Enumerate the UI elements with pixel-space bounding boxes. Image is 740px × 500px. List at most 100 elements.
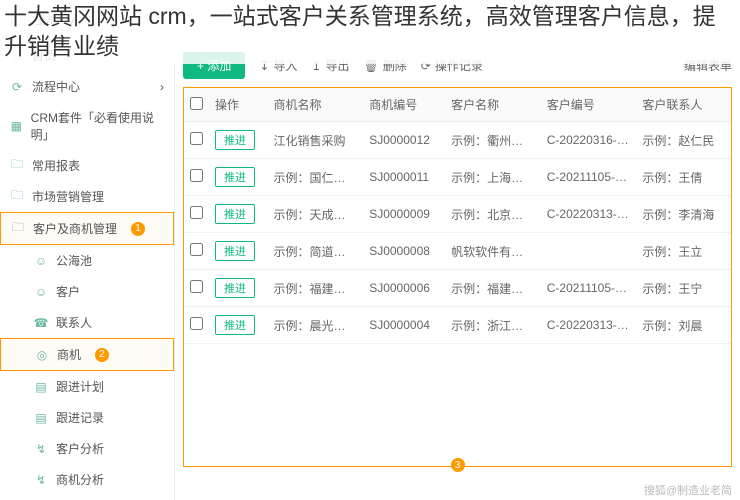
cell-ccode: C-20211105-0000004 bbox=[541, 270, 637, 307]
op-cell: 推进 bbox=[209, 233, 268, 270]
sidebar-item-4[interactable]: 🗀 市场营销管理 bbox=[0, 181, 174, 212]
row-checkbox[interactable] bbox=[190, 280, 203, 293]
nav-label: 常用报表 bbox=[32, 157, 80, 174]
nav-label: 商机 bbox=[57, 346, 81, 363]
nav-icon: ▤ bbox=[34, 380, 48, 394]
nav-label: CRM套件「必看使用说明」 bbox=[31, 109, 164, 143]
row-select-cell bbox=[184, 196, 209, 233]
annotation-badge: 2 bbox=[95, 348, 109, 362]
sidebar-item-7[interactable]: ☺客户 bbox=[0, 276, 174, 307]
cell-contact: 示例：李清海 bbox=[636, 196, 731, 233]
col-header-3: 客户名称 bbox=[445, 88, 541, 122]
cell-code: SJ0000006 bbox=[363, 270, 445, 307]
sidebar-item-13[interactable]: ↯商机分析 bbox=[0, 464, 174, 495]
sidebar-item-3[interactable]: 🗀 常用报表 bbox=[0, 150, 174, 181]
advance-button[interactable]: 推进 bbox=[215, 315, 255, 335]
cell-name: 示例：天成采购 bbox=[268, 196, 364, 233]
data-table: 操作商机名称商机编号客户名称客户编号客户联系人 推进江化销售采购SJ000001… bbox=[184, 88, 731, 344]
nav-label: 跟进记录 bbox=[56, 409, 104, 426]
page-title-overlay: 十大黄冈网站 crm，一站式客户关系管理系统，高效管理客户信息，提升销售业绩 bbox=[0, 0, 740, 64]
sidebar-item-1[interactable]: ⟳流程中心› bbox=[0, 71, 174, 102]
nav-label: 客户分析 bbox=[56, 440, 104, 457]
table-row: 推进示例：福建一高3月订单SJ0000006示例：福建一高集团C-2021110… bbox=[184, 270, 731, 307]
table-container: 操作商机名称商机编号客户名称客户编号客户联系人 推进江化销售采购SJ000001… bbox=[183, 87, 732, 467]
op-cell: 推进 bbox=[209, 196, 268, 233]
nav-icon: 🗀 bbox=[10, 159, 24, 173]
watermark: 搜狐@制造业老简 bbox=[644, 482, 732, 498]
op-cell: 推进 bbox=[209, 270, 268, 307]
chevron-right-icon: › bbox=[160, 80, 164, 94]
row-checkbox[interactable] bbox=[190, 132, 203, 145]
main-area: + 添加 ↧导入 ↥导出 🗑删除 ⟳操作记录 编辑表单 操作商机名称商机编号客户… bbox=[175, 40, 740, 500]
sidebar: ⌂首页⟳流程中心›▦CRM套件「必看使用说明」🗀常用报表🗀市场营销管理🗀客户及商… bbox=[0, 40, 175, 500]
row-select-cell bbox=[184, 270, 209, 307]
table-row: 推进江化销售采购SJ0000012示例：衢州江化集团C-20220316-000… bbox=[184, 122, 731, 159]
cell-code: SJ0000012 bbox=[363, 122, 445, 159]
advance-button[interactable]: 推进 bbox=[215, 130, 255, 150]
sidebar-item-9[interactable]: ◎商机2 bbox=[0, 338, 174, 371]
table-row: 推进示例：国仁采购SJ0000011示例：上海国仁有限…C-20211105-0… bbox=[184, 159, 731, 196]
op-cell: 推进 bbox=[209, 122, 268, 159]
annotation-badge: 1 bbox=[131, 222, 145, 236]
col-header-2: 商机编号 bbox=[363, 88, 445, 122]
nav-label: 商机分析 bbox=[56, 471, 104, 488]
table-row: 推进示例：简道云采购SJ0000008帆软软件有限公司示例：王立 bbox=[184, 233, 731, 270]
cell-code: SJ0000004 bbox=[363, 307, 445, 344]
cell-ccode: C-20220313-0000004 bbox=[541, 307, 637, 344]
nav-icon: 🗀 bbox=[10, 190, 24, 204]
cell-cust: 示例：福建一高集团 bbox=[445, 270, 541, 307]
cell-ccode: C-20220316-0000001 bbox=[541, 122, 637, 159]
advance-button[interactable]: 推进 bbox=[215, 204, 255, 224]
sidebar-item-5[interactable]: 🗀 客户及商机管理 1 bbox=[0, 212, 174, 245]
sidebar-item-8[interactable]: ☎联系人 bbox=[0, 307, 174, 338]
cell-name: 示例：简道云采购 bbox=[268, 233, 364, 270]
row-select-cell bbox=[184, 233, 209, 270]
row-select-cell bbox=[184, 159, 209, 196]
col-header-5: 客户联系人 bbox=[636, 88, 731, 122]
nav-label: 跟进计划 bbox=[56, 378, 104, 395]
cell-ccode: C-20211105-0000001 bbox=[541, 159, 637, 196]
nav-label: 客户及商机管理 bbox=[33, 220, 117, 237]
col-header-1: 商机名称 bbox=[268, 88, 364, 122]
nav-icon: 🗀 bbox=[11, 222, 25, 236]
advance-button[interactable]: 推进 bbox=[215, 167, 255, 187]
nav-icon: ⟳ bbox=[10, 80, 24, 94]
row-select-cell bbox=[184, 307, 209, 344]
table-row: 推进示例：天成采购SJ0000009示例：北京天诚软件…C-20220313-0… bbox=[184, 196, 731, 233]
select-all-checkbox[interactable] bbox=[190, 97, 203, 110]
row-checkbox[interactable] bbox=[190, 317, 203, 330]
nav-label: 客户 bbox=[56, 283, 80, 300]
sidebar-item-10[interactable]: ▤ 跟进计划 bbox=[0, 371, 174, 402]
nav-label: 公海池 bbox=[56, 252, 92, 269]
cell-code: SJ0000011 bbox=[363, 159, 445, 196]
row-checkbox[interactable] bbox=[190, 243, 203, 256]
sidebar-item-12[interactable]: ↯ 客户分析 bbox=[0, 433, 174, 464]
cell-name: 示例：晨光文具设备… bbox=[268, 307, 364, 344]
nav-icon: ☺ bbox=[34, 254, 48, 268]
advance-button[interactable]: 推进 bbox=[215, 278, 255, 298]
sidebar-item-14[interactable]: 🗀产品报价管理 bbox=[0, 495, 174, 500]
cell-cust: 示例：衢州江化集团 bbox=[445, 122, 541, 159]
nav-label: 市场营销管理 bbox=[32, 188, 104, 205]
sidebar-item-6[interactable]: ☺ 公海池 bbox=[0, 245, 174, 276]
op-cell: 推进 bbox=[209, 307, 268, 344]
sidebar-item-11[interactable]: ▤ 跟进记录 bbox=[0, 402, 174, 433]
cell-contact: 示例：王倩 bbox=[636, 159, 731, 196]
nav-icon: ▤ bbox=[34, 411, 48, 425]
table-row: 推进示例：晨光文具设备…SJ0000004示例：浙江晨光文具…C-2022031… bbox=[184, 307, 731, 344]
cell-name: 江化销售采购 bbox=[268, 122, 364, 159]
annotation-badge-3: 3 bbox=[451, 458, 465, 472]
row-checkbox[interactable] bbox=[190, 169, 203, 182]
advance-button[interactable]: 推进 bbox=[215, 241, 255, 261]
op-cell: 推进 bbox=[209, 159, 268, 196]
cell-cust: 帆软软件有限公司 bbox=[445, 233, 541, 270]
row-checkbox[interactable] bbox=[190, 206, 203, 219]
cell-contact: 示例：赵仁民 bbox=[636, 122, 731, 159]
col-header-0: 操作 bbox=[209, 88, 268, 122]
cell-cust: 示例：上海国仁有限… bbox=[445, 159, 541, 196]
cell-cust: 示例：北京天诚软件… bbox=[445, 196, 541, 233]
cell-code: SJ0000009 bbox=[363, 196, 445, 233]
nav-icon: ↯ bbox=[34, 442, 48, 456]
cell-contact: 示例：刘晨 bbox=[636, 307, 731, 344]
sidebar-item-2[interactable]: ▦CRM套件「必看使用说明」 bbox=[0, 102, 174, 150]
